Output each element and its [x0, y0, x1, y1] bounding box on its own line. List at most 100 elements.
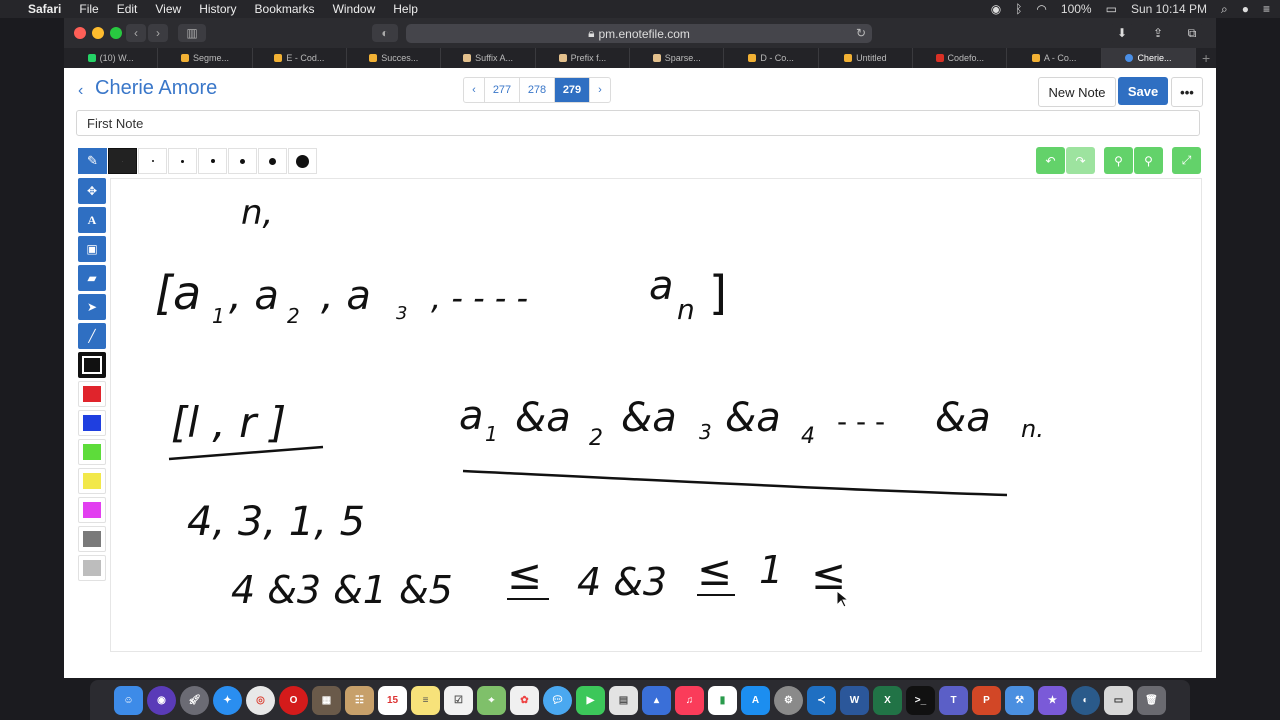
- pencil-tool-button[interactable]: ✎: [78, 148, 107, 174]
- address-bar[interactable]: 🔒︎ pm.enotefile.com ↻: [406, 24, 872, 43]
- tab-d-co[interactable]: D - Co...: [724, 48, 819, 68]
- move-tool-button[interactable]: ✥: [78, 178, 106, 204]
- menubar-clock[interactable]: Sun 10:14 PM: [1131, 2, 1207, 16]
- pagination-next[interactable]: ›: [590, 78, 610, 102]
- numbers-icon[interactable]: ▮: [708, 685, 737, 715]
- brush-size-3[interactable]: [168, 148, 197, 174]
- tab-cherie[interactable]: Cherie...: [1101, 48, 1197, 68]
- forward-icon[interactable]: ›: [148, 24, 168, 42]
- pagination-page-277[interactable]: 277: [485, 78, 520, 102]
- word-icon[interactable]: W: [840, 685, 869, 715]
- facetime-icon[interactable]: ▶: [576, 685, 605, 715]
- select-tool-button[interactable]: ➤: [78, 294, 106, 320]
- brush-size-1[interactable]: [108, 148, 137, 174]
- messages-icon[interactable]: 💬︎: [543, 685, 572, 715]
- undo-button[interactable]: ↶: [1036, 147, 1065, 174]
- powerpoint-icon[interactable]: P: [972, 685, 1001, 715]
- tab-sparse[interactable]: Sparse...: [630, 48, 725, 68]
- brush-size-2[interactable]: [138, 148, 167, 174]
- downloads-icon[interactable]: ⬇: [1110, 24, 1134, 42]
- pagination-prev[interactable]: ‹: [464, 78, 485, 102]
- tab-succes[interactable]: Succes...: [347, 48, 442, 68]
- menu-view[interactable]: View: [155, 2, 181, 16]
- spotlight-icon[interactable]: ⌕: [1221, 2, 1228, 17]
- launchpad-icon[interactable]: 🚀︎: [180, 685, 209, 715]
- image-tool-button[interactable]: ▣: [78, 236, 106, 262]
- safari-icon[interactable]: ✦: [213, 685, 242, 715]
- more-options-button[interactable]: •••: [1171, 77, 1203, 107]
- pixelmator-icon[interactable]: ★: [1038, 685, 1067, 715]
- color-blue[interactable]: [78, 410, 106, 436]
- pagination-page-279[interactable]: 279: [555, 78, 590, 102]
- calendar-icon[interactable]: 15: [378, 685, 407, 715]
- eraser-tool-button[interactable]: ▰: [78, 265, 106, 291]
- siri-icon[interactable]: ◉: [147, 685, 176, 715]
- brush-size-7[interactable]: [288, 148, 317, 174]
- battery-icon[interactable]: ▭: [1106, 2, 1117, 16]
- vscode-icon[interactable]: ≺: [807, 685, 836, 715]
- tab-codefo[interactable]: Codefo...: [913, 48, 1008, 68]
- menu-bookmarks[interactable]: Bookmarks: [255, 2, 315, 16]
- tab-prefix[interactable]: Prefix f...: [536, 48, 631, 68]
- color-gray[interactable]: [78, 526, 106, 552]
- opera-icon[interactable]: O: [279, 685, 308, 715]
- sidebar-icon[interactable]: ▥: [178, 24, 206, 42]
- line-tool-button[interactable]: ╱: [78, 323, 106, 349]
- wifi-icon[interactable]: ◠: [1036, 2, 1046, 16]
- brush-size-5[interactable]: [228, 148, 257, 174]
- excel-icon[interactable]: X: [873, 685, 902, 715]
- notes-icon[interactable]: ≡: [411, 685, 440, 715]
- pagination-page-278[interactable]: 278: [520, 78, 555, 102]
- new-tab-icon[interactable]: +: [1196, 48, 1216, 68]
- color-magenta[interactable]: [78, 497, 106, 523]
- music-icon[interactable]: ♫: [675, 685, 704, 715]
- photos-icon[interactable]: ✿: [510, 685, 539, 715]
- trash-icon[interactable]: 🗑︎: [1137, 685, 1166, 715]
- bluetooth-icon[interactable]: ᛒ: [1015, 2, 1022, 16]
- keynote-icon[interactable]: ▴: [642, 685, 671, 715]
- menu-window[interactable]: Window: [333, 2, 376, 16]
- terminal-icon[interactable]: >_: [906, 685, 935, 715]
- note-title-input[interactable]: First Note: [76, 110, 1200, 136]
- note-owner-title[interactable]: Cherie Amore: [95, 77, 217, 100]
- zoom-in-button[interactable]: ⚲: [1134, 147, 1163, 174]
- chrome-icon[interactable]: ◎: [246, 685, 275, 715]
- xcode-icon[interactable]: ⚒: [1005, 685, 1034, 715]
- tab-untitled[interactable]: Untitled: [819, 48, 914, 68]
- tab-segment[interactable]: Segme...: [158, 48, 253, 68]
- color-light-gray[interactable]: [78, 555, 106, 581]
- tab-a-co[interactable]: A - Co...: [1007, 48, 1102, 68]
- control-center-icon[interactable]: ≡: [1263, 2, 1270, 16]
- share-icon[interactable]: ⇪: [1146, 24, 1170, 42]
- tab-suffix[interactable]: Suffix A...: [441, 48, 536, 68]
- tabs-overview-icon[interactable]: ⧉: [1180, 24, 1204, 42]
- minimize-window-icon[interactable]: [92, 27, 104, 39]
- fullscreen-button[interactable]: ⤢: [1172, 147, 1201, 174]
- reminders-icon[interactable]: ☑: [444, 685, 473, 715]
- privacy-shield-icon[interactable]: ◐: [372, 24, 398, 42]
- new-note-button[interactable]: New Note: [1038, 77, 1116, 107]
- maps-icon[interactable]: ⌖: [477, 685, 506, 715]
- screen-recorder-icon[interactable]: ◐: [1071, 685, 1100, 715]
- color-yellow[interactable]: [78, 468, 106, 494]
- close-window-icon[interactable]: [74, 27, 86, 39]
- preview-icon[interactable]: ▤: [609, 685, 638, 715]
- save-button[interactable]: Save: [1118, 77, 1168, 105]
- record-icon[interactable]: ◉: [991, 2, 1001, 16]
- system-preferences-icon[interactable]: ⚙: [774, 685, 803, 715]
- brush-size-6[interactable]: [258, 148, 287, 174]
- color-green[interactable]: [78, 439, 106, 465]
- text-tool-button[interactable]: A: [78, 207, 106, 233]
- tab-whatsapp[interactable]: (10) W...: [64, 48, 159, 68]
- finder-icon[interactable]: ☺: [114, 685, 143, 715]
- brush-size-4[interactable]: [198, 148, 227, 174]
- zoom-window-icon[interactable]: [110, 27, 122, 39]
- downloads-stack-icon[interactable]: ▭: [1104, 685, 1133, 715]
- menu-edit[interactable]: Edit: [117, 2, 138, 16]
- user-icon[interactable]: ●: [1242, 2, 1249, 16]
- tab-e-cod[interactable]: E - Cod...: [253, 48, 348, 68]
- back-icon[interactable]: ‹: [126, 24, 146, 42]
- back-chevron-icon[interactable]: ‹: [78, 82, 83, 100]
- contacts-icon[interactable]: ☷: [345, 685, 374, 715]
- reload-icon[interactable]: ↻: [856, 26, 866, 40]
